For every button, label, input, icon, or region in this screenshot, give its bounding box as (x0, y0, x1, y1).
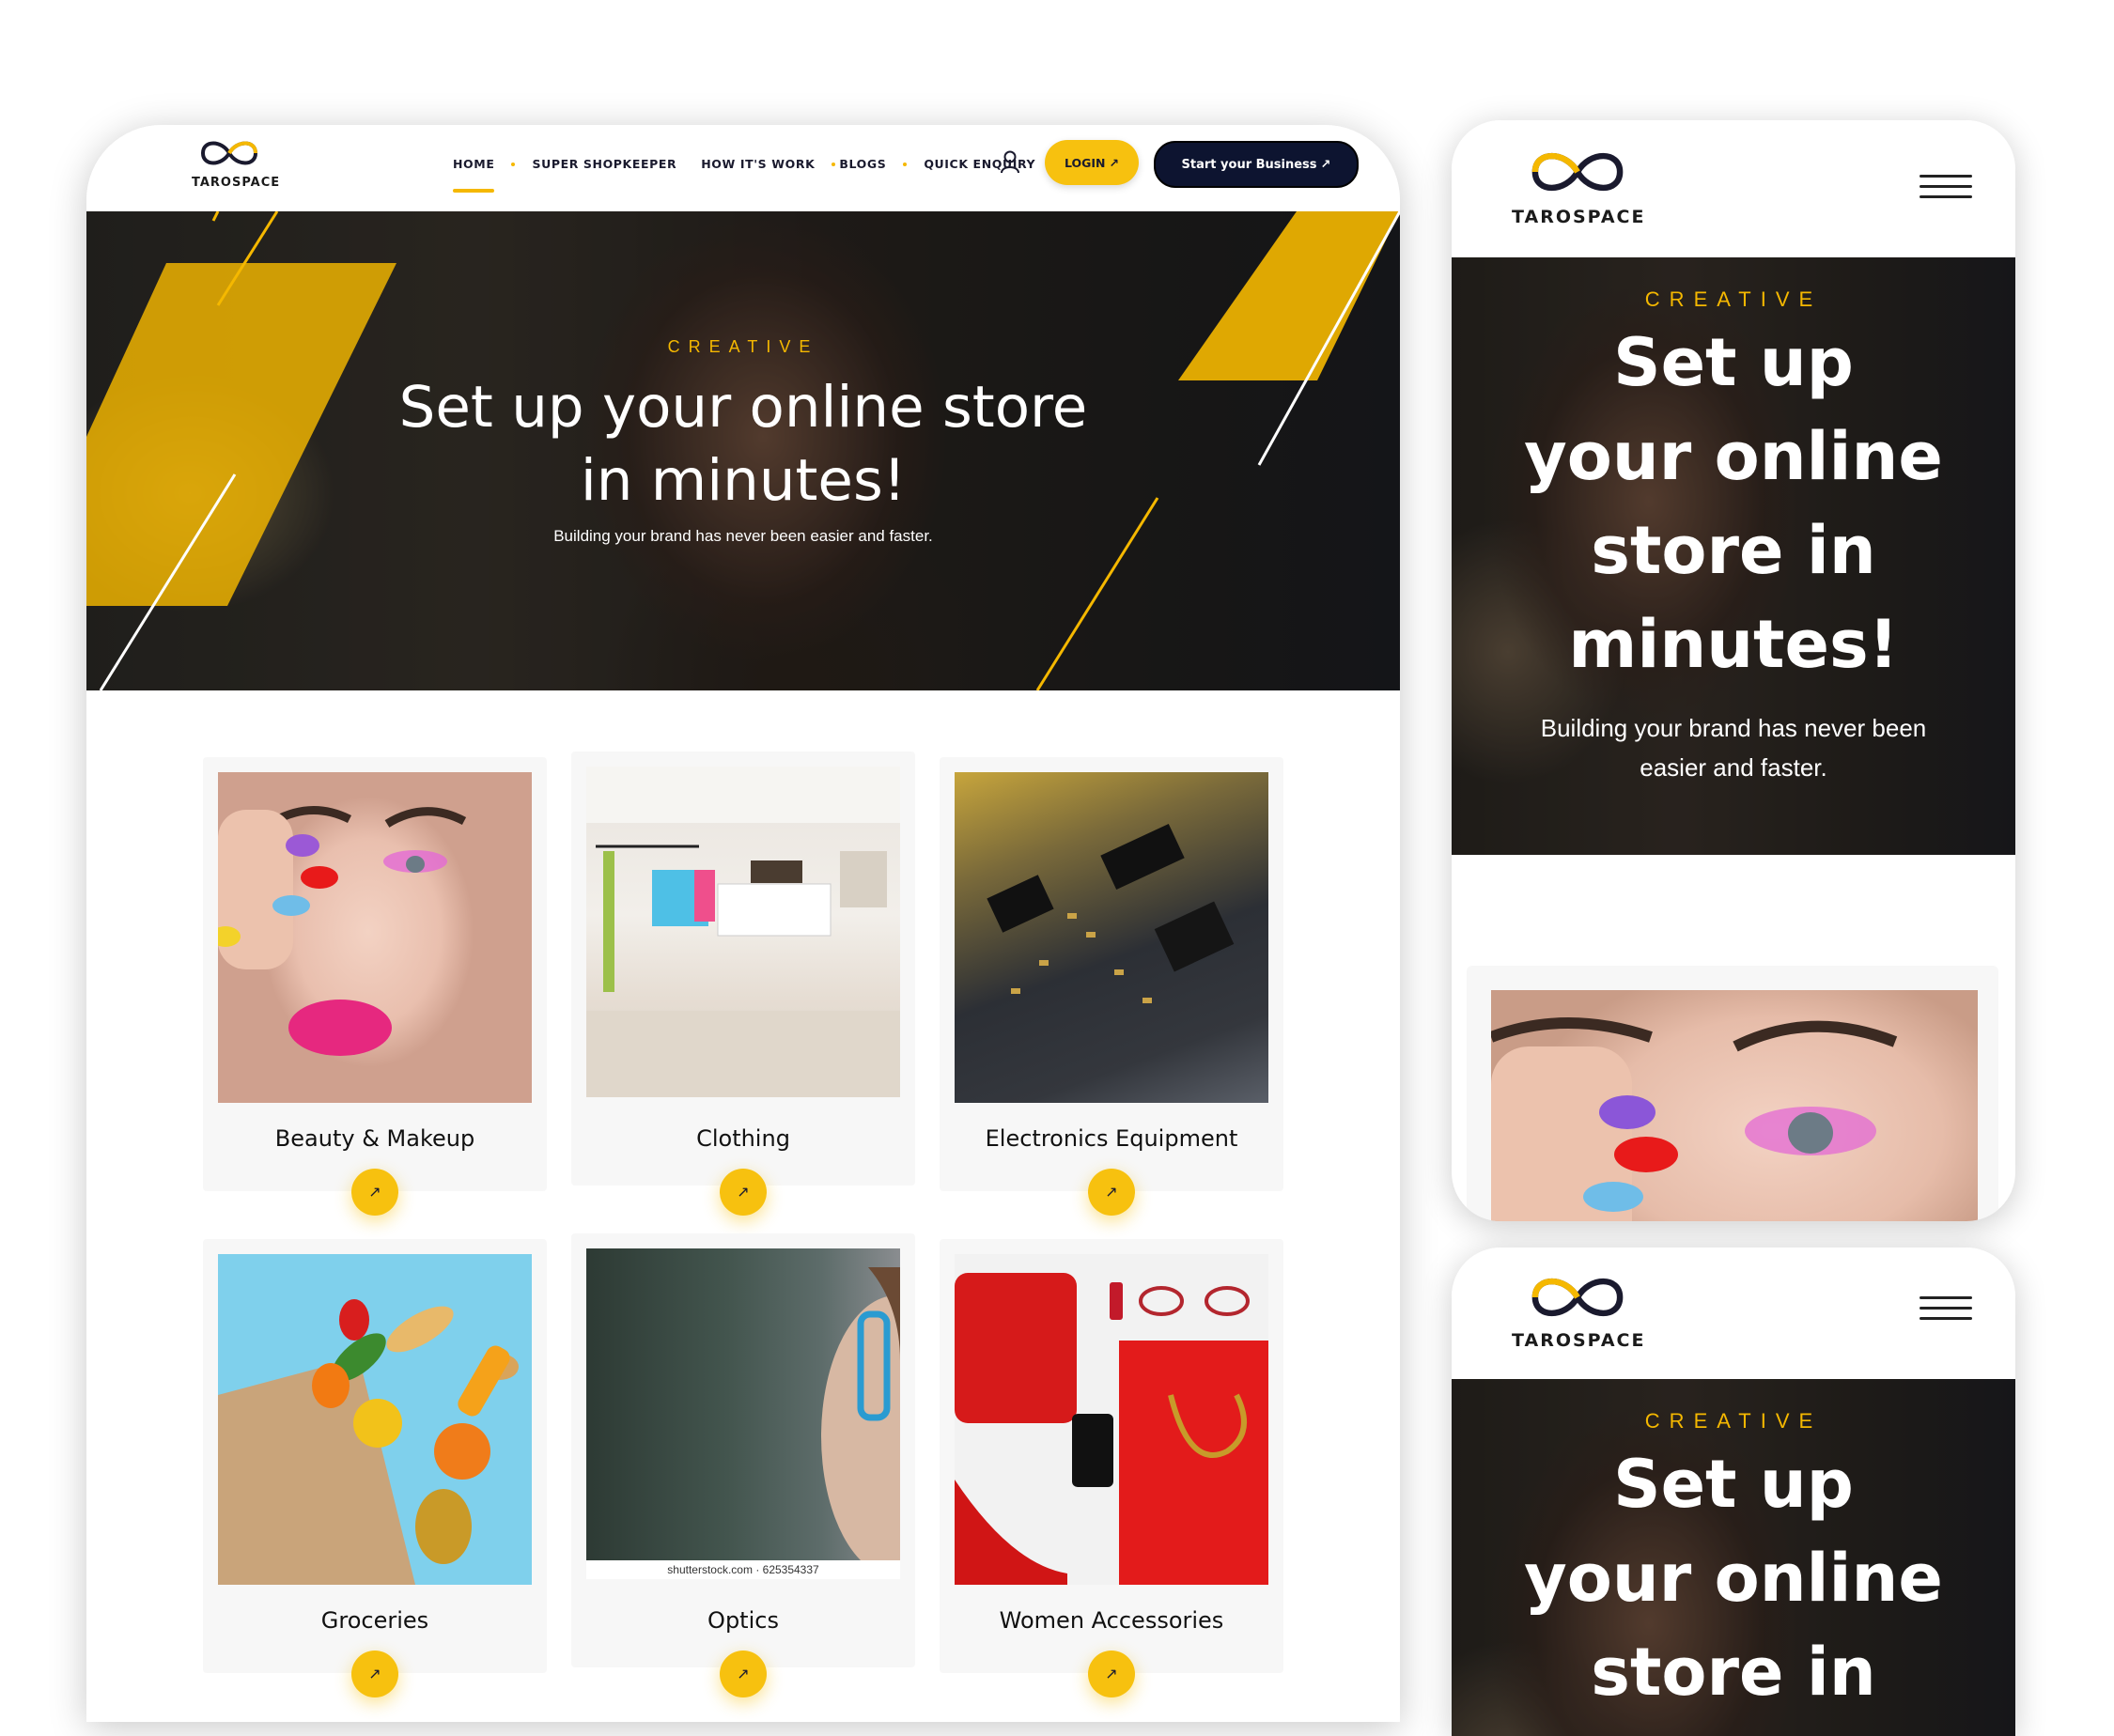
beauty-image (218, 772, 532, 1103)
arrow-up-right-icon[interactable]: ↗ (720, 1169, 767, 1216)
hero-banner: CREATIVE Set up your online store in min… (86, 211, 1400, 690)
brand-name: TAROSPACE (1512, 1330, 1646, 1351)
hero-eyebrow: CREATIVE (1644, 1409, 1823, 1433)
user-icon[interactable] (1000, 149, 1020, 174)
infinity-logo-icon[interactable] (1523, 1270, 1632, 1325)
hero-subtitle: Building your brand has never been easie… (1508, 708, 1959, 787)
arrow-up-right-icon[interactable]: ↗ (351, 1169, 398, 1216)
nav-separator-dot (511, 162, 516, 166)
hero-title-line: your online (1524, 1540, 1943, 1617)
hero-title-line: Set up (1613, 324, 1854, 401)
hero-eyebrow: CREATIVE (1644, 287, 1823, 311)
login-button[interactable]: LOGIN ↗ (1045, 140, 1139, 185)
category-card-groceries[interactable]: Groceries ↗ (203, 1239, 547, 1697)
arrow-up-right-icon[interactable]: ↗ (720, 1651, 767, 1697)
hamburger-icon[interactable] (1920, 1296, 1972, 1323)
accessories-image (955, 1254, 1268, 1585)
nav-super-shopkeeper[interactable]: SUPER SHOPKEEPER (532, 157, 676, 171)
groceries-image (218, 1254, 532, 1585)
circuit-board-image (955, 772, 1268, 1103)
arrow-up-right-icon[interactable]: ↗ (351, 1651, 398, 1697)
watermark-text: shutterstock.com · 625354337 (667, 1563, 819, 1576)
category-title: Optics (707, 1607, 779, 1634)
brand-name: TAROSPACE (1512, 207, 1646, 227)
hero-title-line: your online (1524, 418, 1943, 495)
start-business-label: Start your Business (1181, 157, 1317, 172)
nav-separator-dot (832, 162, 836, 166)
main-nav: HOME SUPER SHOPKEEPER HOW IT'S WORK BLOG… (453, 157, 1035, 193)
mobile-category-card[interactable] (1467, 966, 1998, 1221)
hamburger-icon[interactable] (1920, 175, 1972, 201)
category-title: Beauty & Makeup (274, 1125, 475, 1152)
nav-separator-dot (903, 162, 908, 166)
brand-name: TAROSPACE (192, 176, 281, 190)
hero-title: Set up your online store in minutes! (1452, 316, 2015, 691)
clothing-store-image (586, 767, 900, 1097)
mobile-header: TAROSPACE (1452, 120, 2015, 257)
hero-title-line: minutes! (1568, 606, 1899, 683)
category-card-electronics[interactable]: Electronics Equipment ↗ (940, 757, 1283, 1216)
hero-title-line: in minutes! (580, 447, 907, 514)
nav-home[interactable]: HOME (453, 157, 495, 193)
hero-title: Set up your online store in (1452, 1437, 2015, 1719)
nav-active-indicator (453, 189, 495, 193)
category-title: Clothing (696, 1125, 790, 1152)
login-label: LOGIN (1064, 155, 1106, 170)
infinity-logo-icon[interactable] (195, 136, 263, 170)
beauty-image (1491, 990, 1978, 1221)
mobile-preview-1: TAROSPACE CREATIVE Set up your online st… (1452, 120, 2015, 1221)
hero-eyebrow: CREATIVE (667, 337, 819, 356)
arrow-up-right-icon: ↗ (1109, 155, 1119, 170)
hero-title: Set up your online store in minutes! (86, 371, 1400, 518)
mobile-hero: CREATIVE Set up your online store in min… (1452, 257, 2015, 855)
desktop-preview: TAROSPACE HOME SUPER SHOPKEEPER HOW IT'S… (86, 125, 1400, 1722)
infinity-logo-icon[interactable] (1523, 145, 1632, 199)
mobile-preview-2: TAROSPACE CREATIVE Set up your online st… (1452, 1248, 2015, 1736)
hero-title-line: store in (1591, 512, 1876, 589)
site-header: TAROSPACE HOME SUPER SHOPKEEPER HOW IT'S… (86, 125, 1400, 211)
category-title: Women Accessories (999, 1607, 1224, 1634)
start-business-button[interactable]: Start your Business ↗ (1154, 141, 1359, 188)
hero-title-line: Set up your online store (398, 374, 1088, 441)
hero-subtitle: Building your brand has never been easie… (553, 527, 933, 545)
mobile-header: TAROSPACE (1452, 1248, 2015, 1385)
category-card-beauty[interactable]: Beauty & Makeup ↗ (203, 757, 547, 1216)
category-title: Electronics Equipment (985, 1125, 1238, 1152)
hero-subtitle-line: easier and faster. (1640, 753, 1827, 782)
nav-blogs[interactable]: BLOGS (839, 157, 886, 171)
hero-title-line: store in (1591, 1634, 1876, 1711)
category-card-women-accessories[interactable]: Women Accessories ↗ (940, 1239, 1283, 1697)
category-card-clothing[interactable]: Clothing ↗ (571, 752, 915, 1216)
nav-how-it-works[interactable]: HOW IT'S WORK (701, 157, 815, 171)
arrow-up-right-icon: ↗ (1320, 157, 1331, 172)
optics-image: shutterstock.com · 625354337 (586, 1248, 900, 1579)
hero-subtitle-line: Building your brand has never been (1540, 714, 1927, 742)
nav-home-label: HOME (453, 157, 495, 171)
arrow-up-right-icon[interactable]: ↗ (1088, 1169, 1135, 1216)
mobile-hero: CREATIVE Set up your online store in (1452, 1379, 2015, 1736)
hero-title-line: Set up (1613, 1446, 1854, 1523)
category-title: Groceries (320, 1607, 429, 1634)
arrow-up-right-icon[interactable]: ↗ (1088, 1651, 1135, 1697)
category-card-optics[interactable]: shutterstock.com · 625354337 Optics ↗ (571, 1233, 915, 1697)
